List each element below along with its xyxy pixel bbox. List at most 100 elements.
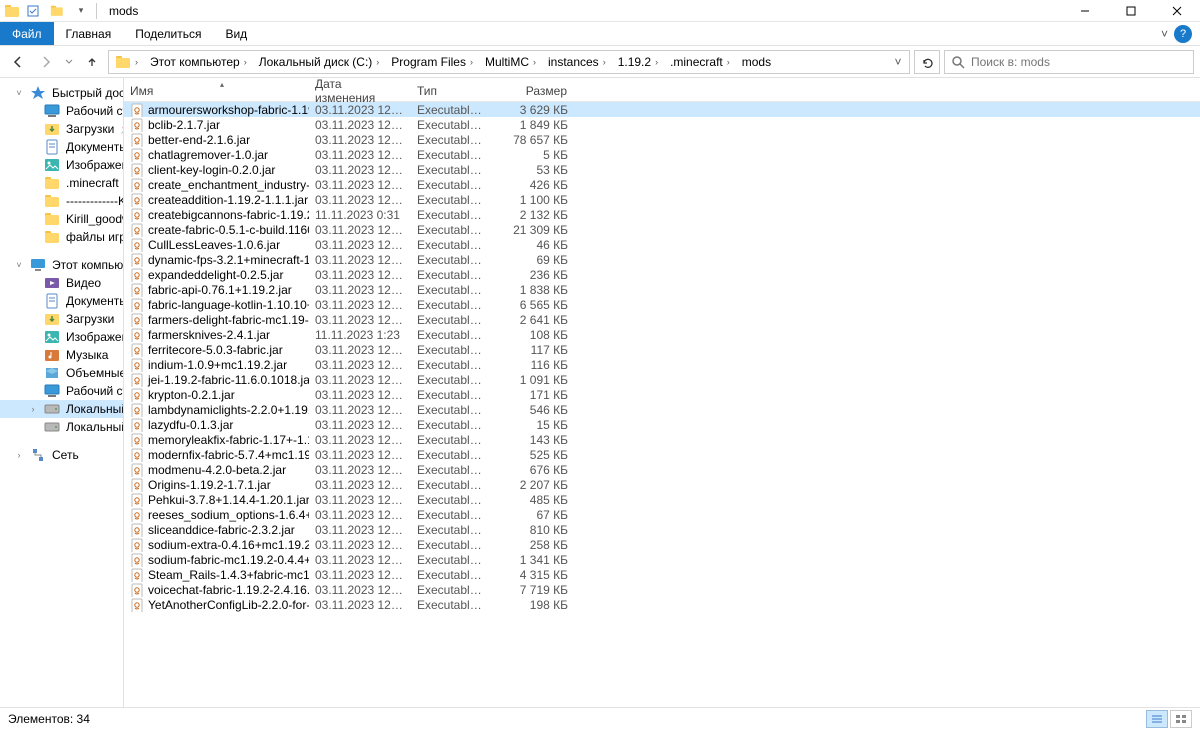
up-button[interactable]: [80, 50, 104, 74]
file-row[interactable]: voicechat-fabric-1.19.2-2.4.16.jar 03.11…: [124, 582, 1200, 597]
jar-icon: [130, 538, 144, 552]
navigation-pane[interactable]: ˅Быстрый доступРабочий стол📌Загрузки📌Док…: [0, 78, 124, 707]
sidebar-item[interactable]: Документы📌: [0, 138, 123, 156]
file-row[interactable]: createbigcannons-fabric-1.19.2-0.5.2.a.j…: [124, 207, 1200, 222]
close-button[interactable]: [1154, 0, 1200, 22]
jar-icon: [130, 298, 144, 312]
breadcrumb-segment[interactable]: instances›: [544, 51, 614, 73]
tab-file[interactable]: Файл: [0, 22, 54, 45]
file-row[interactable]: lambdynamiclights-2.2.0+1.19.2.jar 03.11…: [124, 402, 1200, 417]
breadcrumb-segment[interactable]: Program Files›: [387, 51, 481, 73]
file-list[interactable]: armourersworkshop-fabric-1.19.2-2.0.2.ja…: [124, 102, 1200, 707]
file-row[interactable]: sodium-extra-0.4.16+mc1.19.2-build.90.ja…: [124, 537, 1200, 552]
sidebar-item[interactable]: Загрузки: [0, 310, 123, 328]
breadcrumb-segment[interactable]: Локальный диск (C:)›: [255, 51, 388, 73]
sidebar-item[interactable]: -------------Kedirc: [0, 192, 123, 210]
file-row[interactable]: YetAnotherConfigLib-2.2.0-for-1.19.2.jar…: [124, 597, 1200, 612]
sidebar-item[interactable]: Изображения📌: [0, 156, 123, 174]
thumbnails-view-button[interactable]: [1170, 710, 1192, 728]
jar-icon: [130, 118, 144, 132]
breadcrumb-segment[interactable]: Этот компьютер›: [146, 51, 255, 73]
status-bar: Элементов: 34: [0, 707, 1200, 729]
file-row[interactable]: client-key-login-0.2.0.jar 03.11.2023 12…: [124, 162, 1200, 177]
file-row[interactable]: bclib-2.1.7.jar 03.11.2023 12:24 Executa…: [124, 117, 1200, 132]
file-row[interactable]: create_enchantment_industry-1.0.1.b.jar …: [124, 177, 1200, 192]
sidebar-item[interactable]: Kirill_goodwin6: [0, 210, 123, 228]
file-row[interactable]: create-fabric-0.5.1-c-build.1160+mc1.19.…: [124, 222, 1200, 237]
file-row[interactable]: sodium-fabric-mc1.19.2-0.4.4+build.18.ja…: [124, 552, 1200, 567]
file-row[interactable]: jei-1.19.2-fabric-11.6.0.1018.jar 03.11.…: [124, 372, 1200, 387]
file-row[interactable]: Pehkui-3.7.8+1.14.4-1.20.1.jar 03.11.202…: [124, 492, 1200, 507]
refresh-button[interactable]: [914, 50, 940, 74]
column-header-size[interactable]: Размер: [494, 80, 574, 101]
sidebar-group-header[interactable]: ˅Быстрый доступ: [0, 84, 123, 102]
properties-icon[interactable]: [22, 0, 44, 22]
file-row[interactable]: krypton-0.2.1.jar 03.11.2023 12:24 Execu…: [124, 387, 1200, 402]
jar-icon: [130, 163, 144, 177]
file-row[interactable]: Origins-1.19.2-1.7.1.jar 03.11.2023 12:2…: [124, 477, 1200, 492]
breadcrumb-segment[interactable]: MultiMC›: [481, 51, 544, 73]
sidebar-item[interactable]: Объемные объекты: [0, 364, 123, 382]
file-row[interactable]: memoryleakfix-fabric-1.17+-1.1.2.jar 03.…: [124, 432, 1200, 447]
file-row[interactable]: lazydfu-0.1.3.jar 03.11.2023 12:24 Execu…: [124, 417, 1200, 432]
file-row[interactable]: createaddition-1.19.2-1.1.1.jar 03.11.20…: [124, 192, 1200, 207]
tab-share[interactable]: Поделиться: [123, 22, 213, 45]
breadcrumb-dropdown-icon[interactable]: ˅: [889, 55, 907, 69]
breadcrumb-segment[interactable]: 1.19.2›: [614, 51, 666, 73]
file-row[interactable]: sliceanddice-fabric-2.3.2.jar 03.11.2023…: [124, 522, 1200, 537]
qat-dropdown-icon[interactable]: ▾: [70, 0, 92, 22]
sidebar-item[interactable]: .minecraft: [0, 174, 123, 192]
help-icon[interactable]: ?: [1174, 25, 1192, 43]
sidebar-group-header[interactable]: ›Сеть: [0, 446, 123, 464]
desktop-icon: [44, 103, 60, 119]
maximize-button[interactable]: [1108, 0, 1154, 22]
ribbon-expand-icon[interactable]: ˅: [1161, 27, 1168, 41]
back-button[interactable]: [6, 50, 30, 74]
file-row[interactable]: farmers-delight-fabric-mc1.19-1.19.2-1.3…: [124, 312, 1200, 327]
sidebar-item[interactable]: Музыка: [0, 346, 123, 364]
new-folder-icon[interactable]: [46, 0, 68, 22]
disk-icon: [44, 419, 60, 435]
breadcrumb-segment[interactable]: .minecraft›: [666, 51, 738, 73]
column-header-date[interactable]: Дата изменения: [309, 80, 411, 101]
forward-button[interactable]: [34, 50, 58, 74]
file-row[interactable]: armourersworkshop-fabric-1.19.2-2.0.2.ja…: [124, 102, 1200, 117]
sidebar-item[interactable]: Загрузки📌: [0, 120, 123, 138]
file-row[interactable]: chatlagremover-1.0.jar 03.11.2023 12:24 …: [124, 147, 1200, 162]
sidebar-item[interactable]: Документы: [0, 292, 123, 310]
file-row[interactable]: ferritecore-5.0.3-fabric.jar 03.11.2023 …: [124, 342, 1200, 357]
column-header-type[interactable]: Тип: [411, 80, 494, 101]
sidebar-item[interactable]: Локальный диск (D: [0, 418, 123, 436]
file-row[interactable]: CullLessLeaves-1.0.6.jar 03.11.2023 12:2…: [124, 237, 1200, 252]
details-view-button[interactable]: [1146, 710, 1168, 728]
recent-locations-dropdown[interactable]: [62, 50, 76, 74]
sidebar-item[interactable]: Рабочий стол📌: [0, 102, 123, 120]
file-row[interactable]: expandeddelight-0.2.5.jar 03.11.2023 12:…: [124, 267, 1200, 282]
file-row[interactable]: fabric-language-kotlin-1.10.10+kotlin.1.…: [124, 297, 1200, 312]
minimize-button[interactable]: [1062, 0, 1108, 22]
search-input[interactable]: [971, 55, 1187, 69]
file-row[interactable]: indium-1.0.9+mc1.19.2.jar 03.11.2023 12:…: [124, 357, 1200, 372]
file-row[interactable]: farmersknives-2.4.1.jar 11.11.2023 1:23 …: [124, 327, 1200, 342]
file-row[interactable]: reeses_sodium_options-1.6.4+mc1.19.2-...…: [124, 507, 1200, 522]
breadcrumb-root-icon[interactable]: ›: [111, 51, 146, 73]
file-row[interactable]: modernfix-fabric-5.7.4+mc1.19.2.jar 03.1…: [124, 447, 1200, 462]
sidebar-item[interactable]: Видео: [0, 274, 123, 292]
sidebar-group-header[interactable]: ˅Этот компьютер: [0, 256, 123, 274]
file-row[interactable]: better-end-2.1.6.jar 03.11.2023 12:24 Ex…: [124, 132, 1200, 147]
sidebar-item[interactable]: Изображения: [0, 328, 123, 346]
sidebar-item[interactable]: ›Локальный диск (C: [0, 400, 123, 418]
file-row[interactable]: fabric-api-0.76.1+1.19.2.jar 03.11.2023 …: [124, 282, 1200, 297]
tab-home[interactable]: Главная: [54, 22, 124, 45]
tab-view[interactable]: Вид: [213, 22, 259, 45]
sidebar-item[interactable]: Рабочий стол: [0, 382, 123, 400]
search-box[interactable]: [944, 50, 1194, 74]
file-row[interactable]: dynamic-fps-3.2.1+minecraft-1.19.0.jar 0…: [124, 252, 1200, 267]
jar-icon: [130, 508, 144, 522]
file-row[interactable]: Steam_Rails-1.4.3+fabric-mc1.19.2.jar 03…: [124, 567, 1200, 582]
file-row[interactable]: modmenu-4.2.0-beta.2.jar 03.11.2023 12:2…: [124, 462, 1200, 477]
column-header-name[interactable]: ▴ Имя: [124, 80, 309, 101]
sidebar-item[interactable]: файлы игроков: [0, 228, 123, 246]
breadcrumb[interactable]: ›Этот компьютер›Локальный диск (C:)›Prog…: [108, 50, 910, 74]
breadcrumb-segment[interactable]: mods: [738, 51, 775, 73]
